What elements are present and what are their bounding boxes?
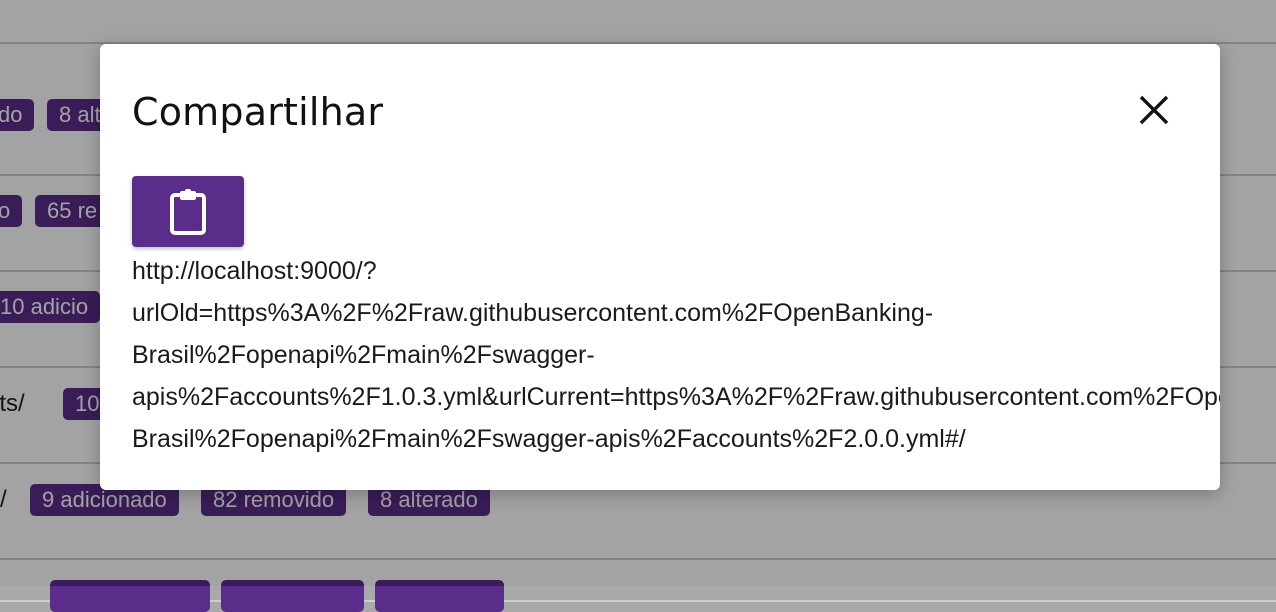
dialog-title: Compartilhar [132, 90, 384, 134]
close-button[interactable] [1134, 90, 1174, 130]
share-dialog: Compartilhar http://localhost:9000/? url… [100, 44, 1220, 490]
clipboard-icon [170, 188, 206, 235]
url-line: urlOld=https%3A%2F%2Fraw.githubuserconte… [132, 299, 934, 327]
url-line: apis%2Faccounts%2F1.0.3.yml&urlCurrent=h… [132, 383, 1220, 411]
url-line: http://localhost:9000/? [132, 257, 377, 285]
url-line: Brasil%2Fopenapi%2Fmain%2Fswagger-apis%2… [132, 425, 966, 453]
share-url-text: http://localhost:9000/? urlOld=https%3A%… [132, 250, 1220, 460]
copy-link-button[interactable] [132, 176, 244, 247]
url-line: Brasil%2Fopenapi%2Fmain%2Fswagger- [132, 341, 595, 369]
close-icon [1139, 95, 1169, 125]
